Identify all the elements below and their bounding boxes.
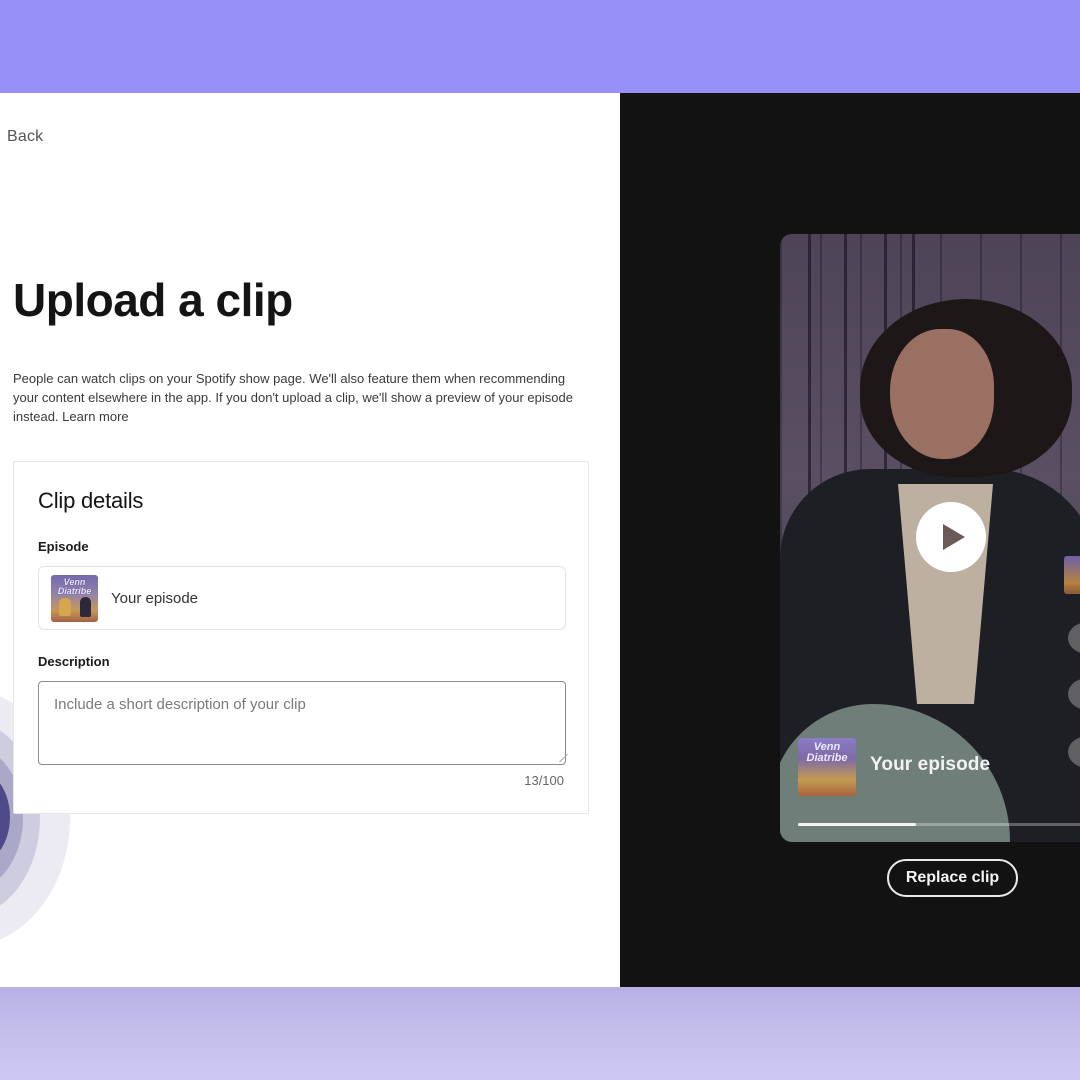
- cover-title: Venn Diatribe: [57, 576, 92, 596]
- character-count: 13/100: [524, 773, 564, 788]
- intro-text: People can watch clips on your Spotify s…: [13, 369, 593, 426]
- clip-details-card: Clip details Episode Venn Diatribe Your …: [13, 461, 589, 814]
- episode-cover-art: Venn Diatribe: [51, 574, 98, 622]
- clip-preview-panel: Venn Diatribe Your episode Replace clip: [620, 93, 1080, 987]
- bottom-background-band: [0, 987, 1080, 1080]
- cover-figure: [80, 596, 91, 617]
- cover-figure: [59, 597, 71, 616]
- side-cover-thumbnail: [1064, 556, 1080, 594]
- page-title: Upload a clip: [13, 274, 293, 326]
- video-preview[interactable]: Venn Diatribe Your episode: [780, 234, 1080, 842]
- preview-cover-art: Venn Diatribe: [798, 738, 856, 796]
- top-background-band: [0, 0, 1080, 93]
- clip-details-heading: Clip details: [38, 488, 144, 513]
- description-label: Description: [38, 654, 110, 669]
- episode-selector[interactable]: Venn Diatribe Your episode: [38, 566, 566, 630]
- play-button[interactable]: [916, 502, 986, 572]
- video-person-face: [890, 329, 994, 459]
- playback-progress-fill: [798, 823, 916, 826]
- preview-episode-title: Your episode: [870, 754, 991, 775]
- upload-form-panel: Back Upload a clip People can watch clip…: [0, 93, 620, 987]
- replace-clip-button[interactable]: Replace clip: [887, 859, 1018, 897]
- learn-more-link[interactable]: Learn more: [62, 409, 128, 424]
- play-icon: [943, 524, 965, 550]
- playback-progress-bar[interactable]: [798, 823, 1080, 826]
- episode-name: Your episode: [111, 589, 199, 607]
- back-link[interactable]: Back: [7, 128, 43, 146]
- preview-cover-title: Venn Diatribe: [806, 741, 848, 764]
- description-input[interactable]: [38, 681, 566, 765]
- episode-label: Episode: [38, 539, 89, 554]
